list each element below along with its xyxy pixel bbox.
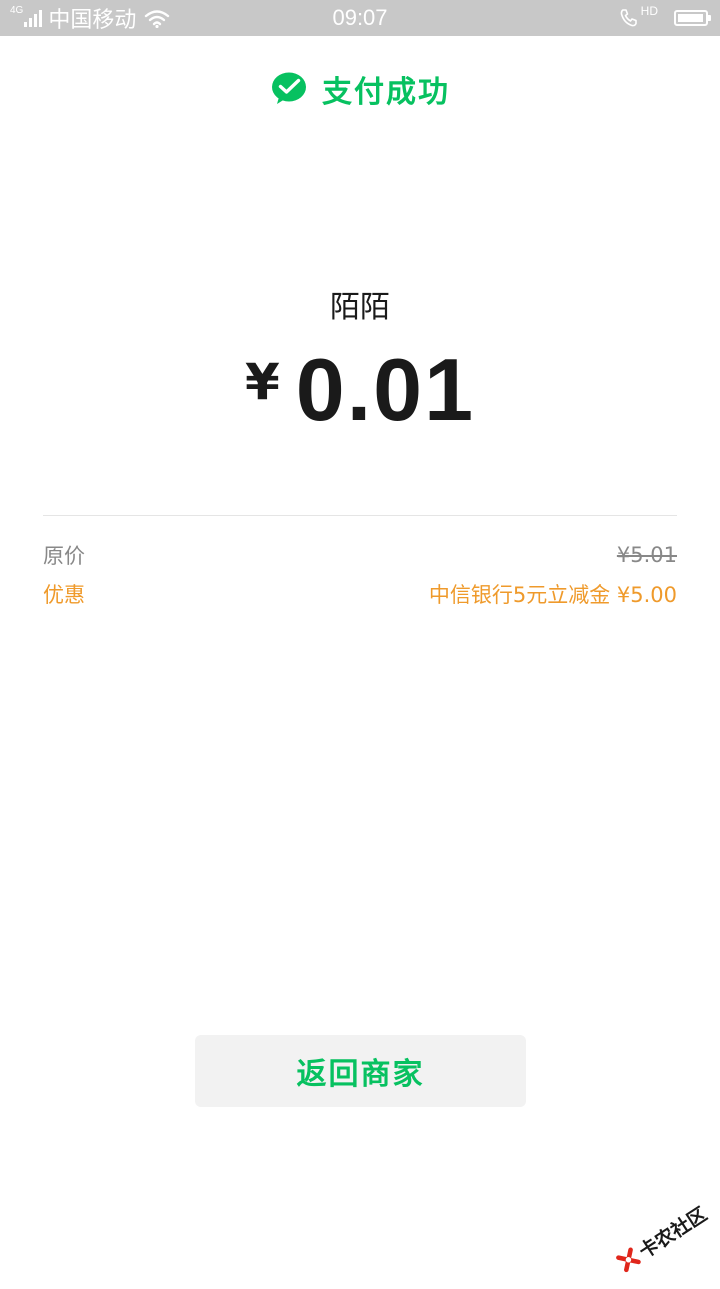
status-time: 09:07 xyxy=(332,5,388,30)
battery-icon xyxy=(674,10,711,26)
discount-label: 优惠 xyxy=(43,583,85,607)
merchant-name: 陌陌 xyxy=(330,290,390,325)
divider xyxy=(43,515,677,516)
wechat-pay-icon xyxy=(272,72,306,104)
discount-value: 中信银行5元立减金 ¥5.00 xyxy=(428,583,677,607)
payment-success-header: 支付成功 xyxy=(0,62,720,116)
hd-label: HD xyxy=(640,4,658,18)
watermark-text: 卡农社区 xyxy=(635,1202,711,1263)
original-price-row: 原价 ¥5.01 xyxy=(43,538,677,572)
discount-row: 优惠 中信银行5元立减金 ¥5.00 xyxy=(43,577,677,611)
payment-amount: ¥ 0.01 xyxy=(0,340,720,440)
original-price-value: ¥5.01 xyxy=(616,543,677,567)
hd-call-icon xyxy=(620,9,637,27)
status-bar-right: HD xyxy=(618,0,711,36)
status-bar: 4G 中国移动 09:07 HD xyxy=(0,0,720,36)
currency-symbol: ¥ xyxy=(244,353,280,411)
return-to-merchant-button[interactable]: 返回商家 xyxy=(195,1035,526,1107)
battery-level xyxy=(678,14,703,22)
amount-value: 0.01 xyxy=(295,340,476,439)
page-title: 支付成功 xyxy=(322,75,450,110)
original-price-label: 原价 xyxy=(43,544,85,568)
watermark: 卡农社区 xyxy=(605,1187,719,1288)
